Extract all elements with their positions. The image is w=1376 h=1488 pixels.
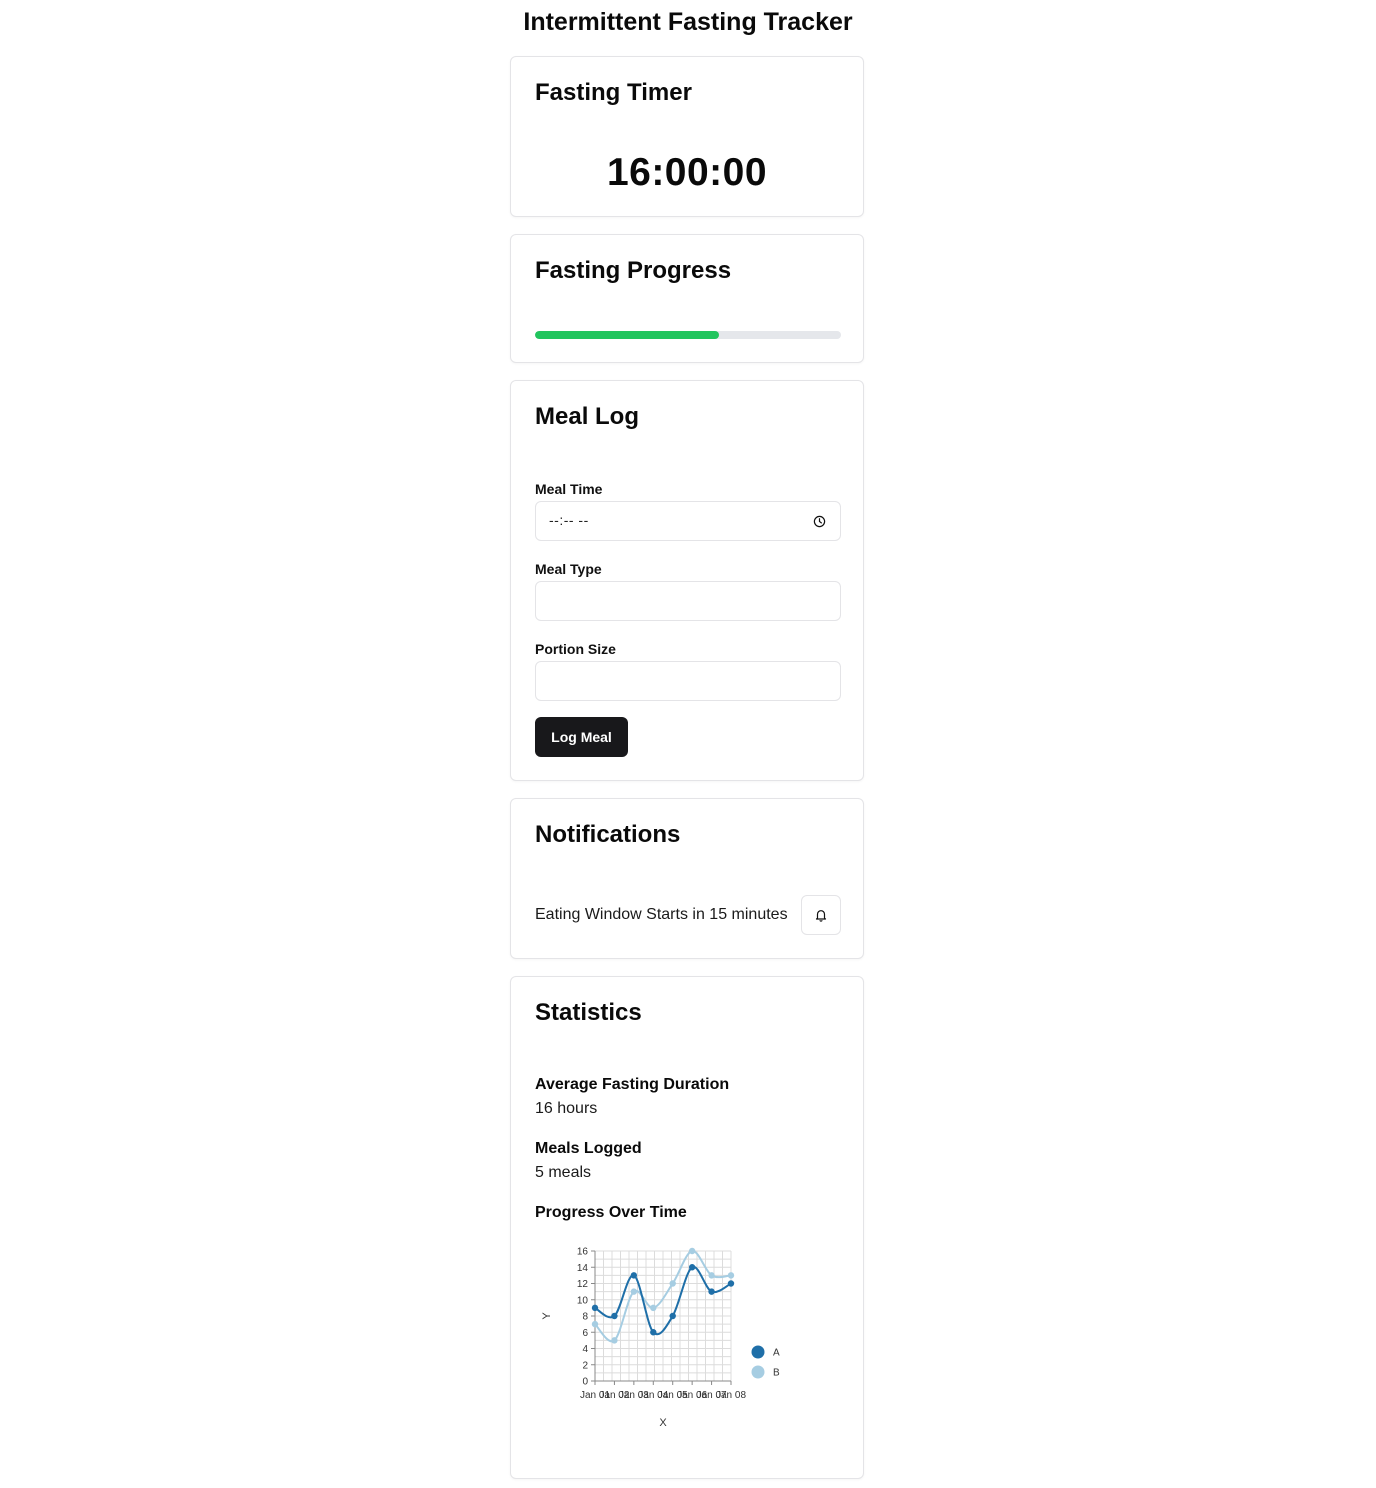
clock-icon[interactable] bbox=[813, 515, 826, 528]
statistics-card: Statistics Average Fasting Duration 16 h… bbox=[510, 976, 864, 1479]
series-a-point bbox=[708, 1288, 715, 1295]
y-tick-label: 16 bbox=[577, 1247, 589, 1258]
y-axis-title: Y bbox=[541, 1312, 553, 1320]
x-tick-label: Jan 08 bbox=[716, 1390, 746, 1401]
log-meal-button[interactable]: Log Meal bbox=[535, 717, 628, 757]
meals-logged-value: 5 meals bbox=[535, 1164, 592, 1181]
meal-time-input[interactable]: --:-- -- bbox=[535, 501, 841, 541]
series-b-point bbox=[591, 1320, 599, 1328]
meal-time-label: Meal Time bbox=[535, 481, 603, 497]
series-b-point bbox=[688, 1247, 696, 1255]
notifications-title: Notifications bbox=[535, 821, 681, 848]
meal-log-card: Meal Log Meal Time --:-- -- Meal Type Po… bbox=[510, 380, 864, 781]
notification-message: Eating Window Starts in 15 minutes bbox=[535, 906, 788, 923]
statistics-title: Statistics bbox=[535, 999, 642, 1026]
series-b-point bbox=[727, 1272, 735, 1279]
app-title: Intermittent Fasting Tracker bbox=[523, 8, 853, 36]
progress-bar bbox=[535, 331, 841, 339]
series-a-point bbox=[591, 1304, 599, 1312]
fasting-progress-card: Fasting Progress bbox=[510, 234, 864, 363]
timer-display: 16:00:00 bbox=[606, 151, 768, 194]
series-b-point bbox=[669, 1280, 676, 1287]
series-a-point bbox=[727, 1280, 735, 1287]
notification-bell-button[interactable] bbox=[801, 895, 841, 935]
series-b-point bbox=[708, 1272, 715, 1279]
y-tick-label: 2 bbox=[582, 1360, 588, 1371]
y-tick-label: 0 bbox=[582, 1377, 588, 1388]
legend-label-a: A bbox=[773, 1348, 780, 1359]
meal-type-input[interactable] bbox=[535, 581, 841, 621]
x-axis-title: X bbox=[659, 1417, 667, 1429]
bell-icon bbox=[815, 910, 827, 922]
y-tick-label: 6 bbox=[582, 1328, 588, 1339]
progress-chart-title: Progress Over Time bbox=[535, 1204, 687, 1221]
y-tick-label: 12 bbox=[577, 1279, 589, 1290]
portion-size-label: Portion Size bbox=[535, 641, 616, 657]
y-tick-label: 10 bbox=[577, 1295, 589, 1306]
fasting-progress-title: Fasting Progress bbox=[535, 257, 732, 284]
avg-fasting-label: Average Fasting Duration bbox=[535, 1076, 730, 1093]
y-tick-label: 4 bbox=[582, 1344, 588, 1355]
meal-time-placeholder: --:-- -- bbox=[549, 512, 589, 528]
progress-chart: 0246810121416Jan 01Jan 02Jan 03Jan 04Jan… bbox=[541, 1247, 780, 1430]
series-b-point bbox=[650, 1304, 657, 1312]
y-tick-label: 8 bbox=[582, 1312, 588, 1323]
series-a-point bbox=[650, 1329, 657, 1336]
series-a-point bbox=[630, 1272, 638, 1279]
notifications-card: Notifications Eating Window Starts in 15… bbox=[510, 798, 864, 959]
legend-swatch-b bbox=[751, 1365, 765, 1379]
fasting-timer-title: Fasting Timer bbox=[535, 79, 692, 106]
legend-swatch-a bbox=[751, 1345, 765, 1359]
fasting-timer-card: Fasting Timer 16:00:00 bbox=[510, 56, 864, 217]
series-a-point bbox=[669, 1312, 676, 1320]
series-a-point bbox=[688, 1264, 696, 1271]
avg-fasting-value: 16 hours bbox=[535, 1100, 598, 1117]
series-b-point bbox=[611, 1337, 618, 1344]
progress-bar-fill bbox=[535, 331, 719, 339]
portion-size-input[interactable] bbox=[535, 661, 841, 701]
meal-type-label: Meal Type bbox=[535, 561, 602, 577]
y-tick-label: 14 bbox=[577, 1263, 589, 1274]
meals-logged-label: Meals Logged bbox=[535, 1140, 642, 1157]
series-b-point bbox=[630, 1288, 638, 1295]
legend-label-b: B bbox=[773, 1368, 780, 1379]
meal-log-title: Meal Log bbox=[535, 403, 640, 430]
series-a-point bbox=[611, 1312, 618, 1320]
